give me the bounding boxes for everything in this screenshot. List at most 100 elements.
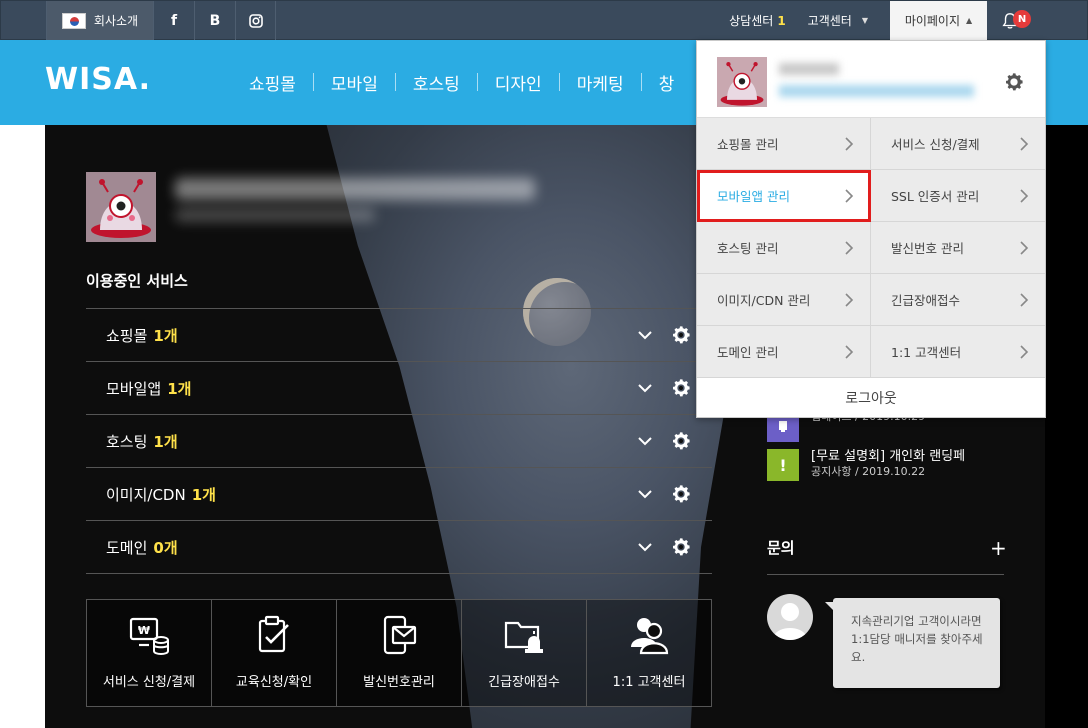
chevron-right-icon bbox=[845, 136, 854, 151]
consult-center-link[interactable]: 상담센터 1 bbox=[729, 12, 786, 29]
chevron-right-icon bbox=[845, 292, 854, 307]
facebook-icon[interactable]: f bbox=[153, 1, 194, 40]
quick-emergency[interactable]: 긴급장애접수 bbox=[462, 600, 587, 706]
nav-item-shoppingmall[interactable]: 쇼핑몰 bbox=[232, 70, 313, 95]
company-intro-link[interactable]: 회사소개 bbox=[46, 1, 153, 40]
chevron-right-icon bbox=[1020, 344, 1029, 359]
services-list: 쇼핑몰 1개 모바일앱 1개 호스팅 1개 이미지/CDN 1개 도메인 0개 bbox=[86, 308, 712, 574]
service-row-image-cdn: 이미지/CDN 1개 bbox=[86, 468, 712, 521]
profile-avatar bbox=[86, 172, 156, 242]
quick-cs-center[interactable]: 1:1 고객센터 bbox=[587, 600, 711, 706]
dropdown-item-label: 발신번호 관리 bbox=[891, 241, 964, 256]
clipboard-check-icon bbox=[258, 615, 289, 653]
top-bar: 회사소개 f B 상담센터 1 고객센터 ▼ 마이페이지 ▲ N bbox=[0, 0, 1088, 40]
settings-gear-icon[interactable] bbox=[1003, 71, 1025, 93]
instagram-icon[interactable] bbox=[235, 1, 276, 40]
nav-item-hosting[interactable]: 호스팅 bbox=[396, 70, 477, 95]
consult-center-label: 상담센터 bbox=[729, 14, 774, 28]
chevron-down-icon[interactable] bbox=[636, 485, 654, 503]
dropdown-item-hosting-admin[interactable]: 호스팅 관리 bbox=[697, 222, 871, 274]
nav-item-design[interactable]: 디자인 bbox=[478, 70, 559, 95]
nav-item-marketing[interactable]: 마케팅 bbox=[560, 70, 641, 95]
service-row-domain: 도메인 0개 bbox=[86, 521, 712, 574]
plus-icon[interactable]: + bbox=[990, 536, 1007, 560]
dropdown-item-service-billing[interactable]: 서비스 신청/결제 bbox=[871, 118, 1045, 170]
company-intro-label: 회사소개 bbox=[93, 14, 139, 28]
service-label: 호스팅 bbox=[106, 432, 148, 451]
profile-email-blurred bbox=[175, 208, 375, 222]
gear-icon[interactable] bbox=[670, 324, 692, 346]
service-count: 0개 bbox=[153, 538, 178, 557]
gear-icon[interactable] bbox=[670, 536, 692, 558]
dropdown-email-blurred bbox=[779, 85, 974, 97]
dropdown-menu-grid: 쇼핑몰 관리 서비스 신청/결제 모바일앱 관리 SSL 인증서 관리 호스팅 … bbox=[697, 118, 1045, 378]
chevron-down-icon[interactable] bbox=[636, 538, 654, 556]
wisa-logo[interactable]: WISA. bbox=[45, 62, 151, 97]
quick-billing[interactable]: ₩ 서비스 신청/결제 bbox=[87, 600, 212, 706]
service-count: 1개 bbox=[153, 326, 178, 345]
dropdown-item-sender-number-admin[interactable]: 발신번호 관리 bbox=[871, 222, 1045, 274]
chevron-down-icon[interactable] bbox=[636, 379, 654, 397]
caret-up-icon: ▲ bbox=[966, 16, 973, 25]
dropdown-item-mobileapp-admin[interactable]: 모바일앱 관리 bbox=[697, 170, 871, 222]
phone-mail-icon bbox=[383, 615, 417, 655]
dropdown-avatar bbox=[717, 57, 767, 107]
nav-item-startup[interactable]: 창 bbox=[642, 70, 692, 95]
quick-label: 교육신청/확인 bbox=[235, 675, 313, 690]
dropdown-item-label: SSL 인증서 관리 bbox=[891, 189, 980, 204]
service-label: 모바일앱 bbox=[106, 379, 162, 398]
support-center-label: 고객센터 bbox=[807, 14, 852, 28]
services-title: 이용중인 서비스 bbox=[86, 272, 188, 290]
dropdown-item-label: 1:1 고객센터 bbox=[891, 345, 962, 360]
chevron-down-icon[interactable] bbox=[636, 432, 654, 450]
gear-icon[interactable] bbox=[670, 377, 692, 399]
dropdown-item-label: 서비스 신청/결제 bbox=[891, 137, 980, 152]
chevron-right-icon bbox=[845, 188, 854, 203]
dropdown-item-label: 호스팅 관리 bbox=[717, 241, 779, 256]
notification-button[interactable]: N bbox=[1001, 1, 1041, 40]
quick-label: 서비스 신청/결제 bbox=[102, 675, 196, 690]
chevron-right-icon bbox=[1020, 136, 1029, 151]
dropdown-item-label: 모바일앱 관리 bbox=[717, 189, 790, 204]
svg-text:₩: ₩ bbox=[138, 624, 150, 637]
service-row-mobileapp: 모바일앱 1개 bbox=[86, 362, 712, 415]
dropdown-item-shoppingmall-admin[interactable]: 쇼핑몰 관리 bbox=[697, 118, 871, 170]
nav-item-mobile[interactable]: 모바일 bbox=[314, 70, 395, 95]
dropdown-item-label: 이미지/CDN 관리 bbox=[717, 293, 811, 308]
notice-item[interactable]: ! [무료 설명회] 개인화 랜딩페 공지사항 / 2019.10.22 bbox=[767, 449, 965, 481]
mypage-menu[interactable]: 마이페이지 ▲ bbox=[890, 1, 987, 40]
gear-icon[interactable] bbox=[670, 430, 692, 452]
mypage-label: 마이페이지 bbox=[904, 14, 961, 28]
dropdown-item-label: 긴급장애접수 bbox=[891, 293, 961, 308]
dropdown-item-cs-center[interactable]: 1:1 고객센터 bbox=[871, 326, 1045, 378]
caret-down-icon: ▼ bbox=[861, 16, 868, 25]
chevron-down-icon[interactable] bbox=[636, 326, 654, 344]
dropdown-item-ssl-admin[interactable]: SSL 인증서 관리 bbox=[871, 170, 1045, 222]
notification-badge: N bbox=[1013, 10, 1031, 28]
chevron-right-icon bbox=[1020, 292, 1029, 307]
chevron-right-icon bbox=[1020, 188, 1029, 203]
dropdown-item-domain-admin[interactable]: 도메인 관리 bbox=[697, 326, 871, 378]
quick-education[interactable]: 교육신청/확인 bbox=[212, 600, 337, 706]
dropdown-item-emergency[interactable]: 긴급장애접수 bbox=[871, 274, 1045, 326]
inquiry-bubble: 지속관리기업 고객이시라면 1:1담당 매니저를 찾아주세요. bbox=[825, 598, 1000, 688]
right-edge bbox=[1045, 125, 1088, 728]
exclamation-icon: ! bbox=[767, 449, 799, 481]
service-count: 1개 bbox=[167, 379, 192, 398]
support-center-menu[interactable]: 고객센터 ▼ bbox=[808, 12, 868, 29]
quick-sender-number[interactable]: 발신번호관리 bbox=[337, 600, 462, 706]
dropdown-profile bbox=[697, 41, 1045, 118]
logout-button[interactable]: 로그아웃 bbox=[697, 378, 1045, 417]
profile-name-blurred bbox=[175, 178, 535, 200]
consult-count: 1 bbox=[777, 13, 786, 28]
manager-avatar bbox=[767, 594, 813, 640]
chevron-right-icon bbox=[1020, 240, 1029, 255]
gear-icon[interactable] bbox=[670, 483, 692, 505]
service-label: 이미지/CDN bbox=[106, 485, 186, 504]
service-count: 1개 bbox=[153, 432, 178, 451]
inquiry-divider bbox=[767, 574, 1004, 575]
blog-icon[interactable]: B bbox=[194, 1, 235, 40]
service-row-shoppingmall: 쇼핑몰 1개 bbox=[86, 309, 712, 362]
dropdown-item-image-cdn-admin[interactable]: 이미지/CDN 관리 bbox=[697, 274, 871, 326]
korea-flag-icon bbox=[61, 12, 86, 29]
